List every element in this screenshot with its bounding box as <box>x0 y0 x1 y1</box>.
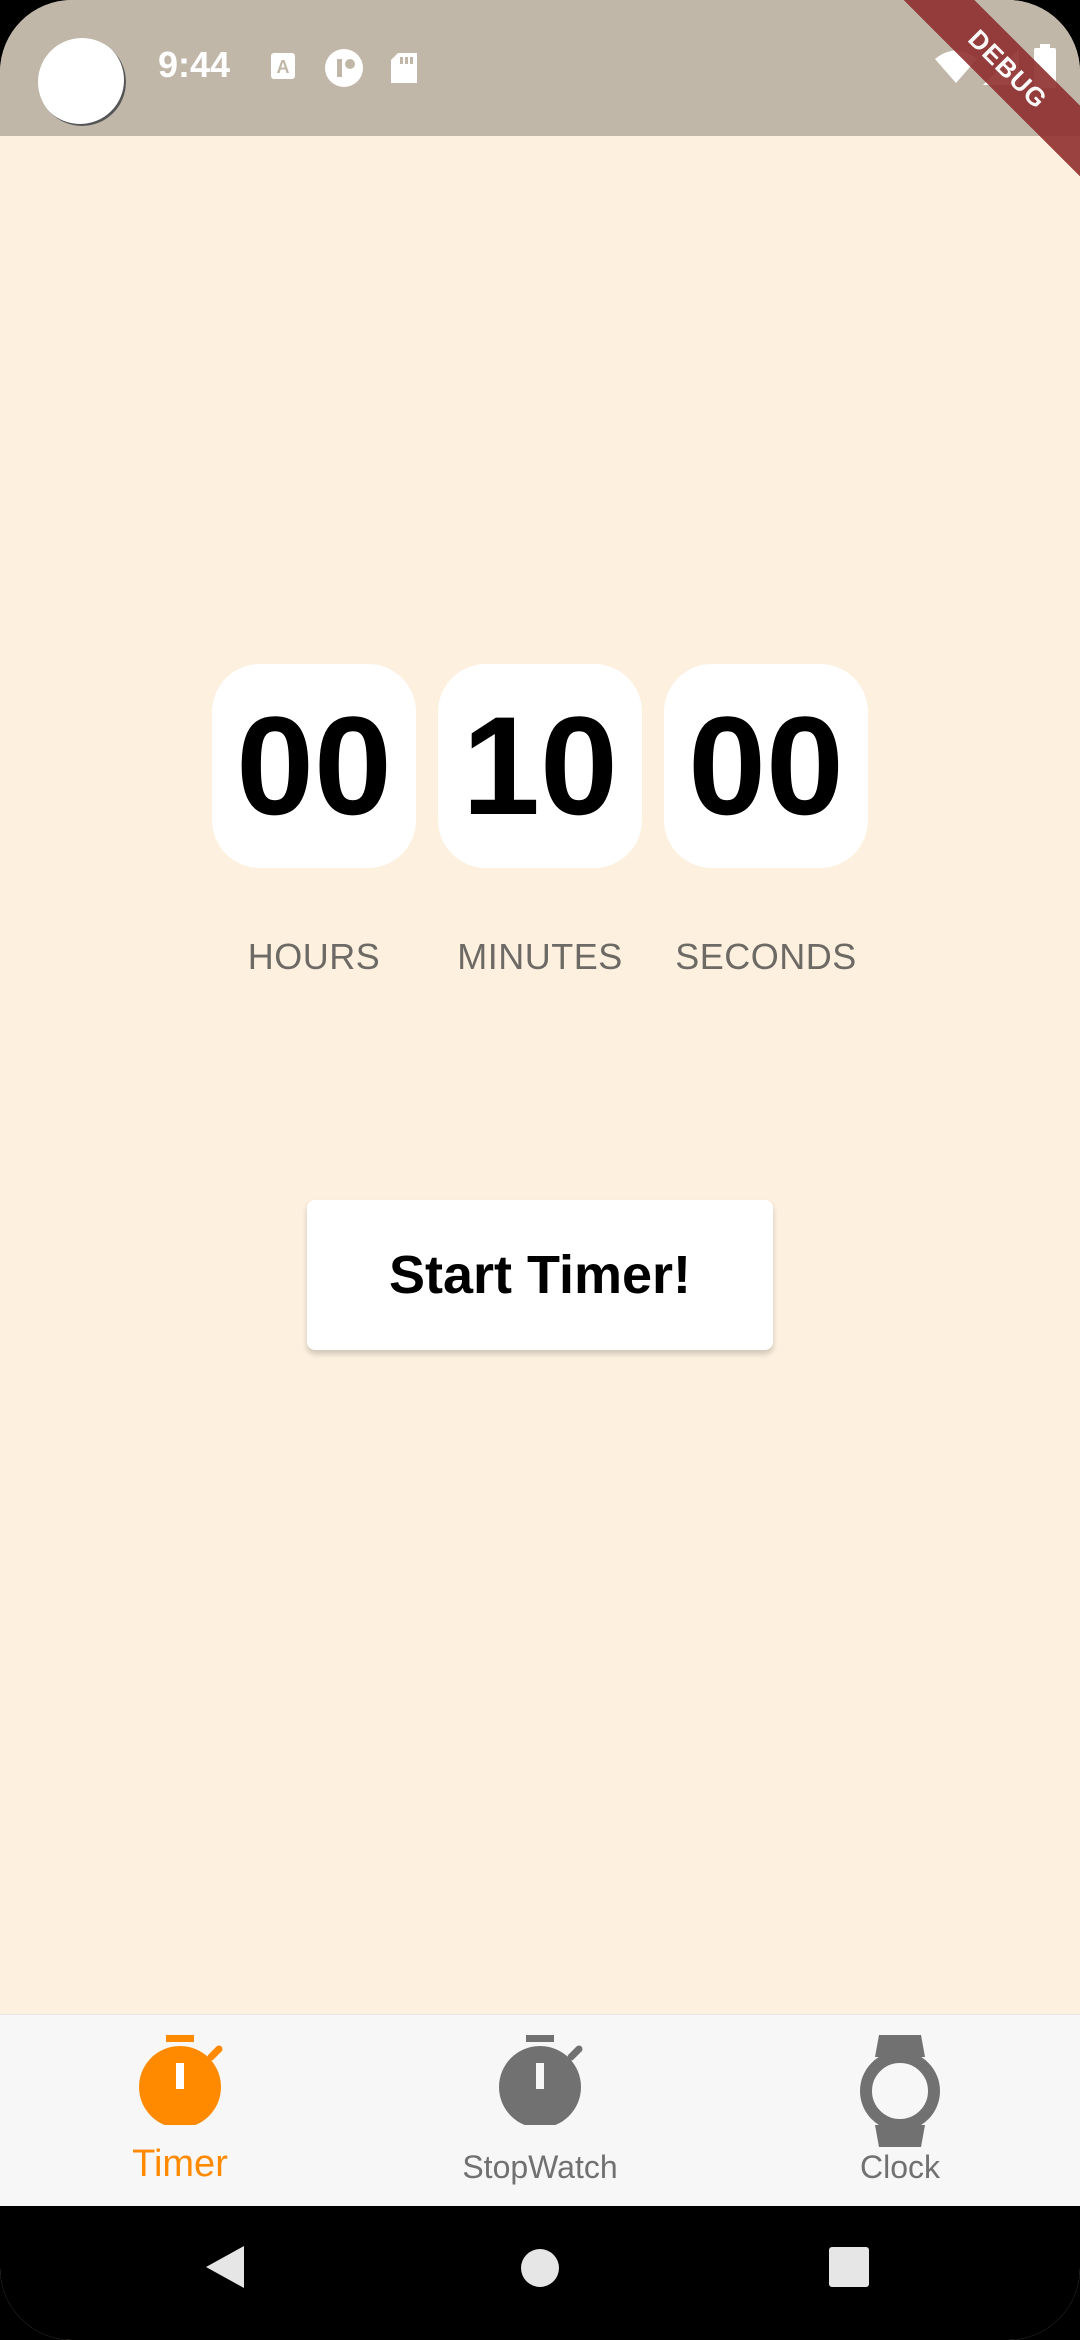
camera-cutout <box>38 38 126 126</box>
nav-label-stopwatch: StopWatch <box>462 2149 618 2185</box>
svg-text:A: A <box>277 57 290 77</box>
back-icon[interactable] <box>204 2244 246 2295</box>
nav-item-clock[interactable]: Clock <box>720 2015 1080 2207</box>
system-navigation-bar <box>0 2206 1080 2340</box>
timer-display: 00 10 00 <box>0 664 1080 870</box>
nav-label-timer: Timer <box>132 2143 228 2185</box>
stopwatch-icon <box>499 2035 583 2125</box>
nav-item-timer[interactable]: Timer <box>0 2015 360 2207</box>
start-timer-button[interactable]: Start Timer! <box>307 1200 773 1350</box>
nav-item-stopwatch[interactable]: StopWatch <box>360 2015 720 2207</box>
watch-icon <box>860 2035 940 2147</box>
minutes-value[interactable]: 10 <box>438 664 642 868</box>
debug-banner: DEBUG <box>880 0 1080 200</box>
debug-banner-label: DEBUG <box>898 0 1080 179</box>
text-a-icon: A <box>270 52 296 85</box>
hours-value[interactable]: 00 <box>212 664 416 868</box>
app-badge-icon <box>324 48 364 93</box>
bottom-navigation: Timer StopWatch Clock <box>0 2014 1080 2207</box>
status-time: 9:44 <box>158 44 231 85</box>
sd-card-icon <box>390 52 418 89</box>
home-icon[interactable] <box>520 2248 560 2293</box>
hours-label: HOURS <box>247 936 381 977</box>
status-bar: 9:44 A DEBUG <box>0 0 1080 179</box>
seconds-value[interactable]: 00 <box>664 664 868 868</box>
seconds-label: SECONDS <box>675 936 857 977</box>
app-screen: 9:44 A DEBUG 00 10 00 HOURS MINUTES SECO… <box>0 0 1080 2340</box>
nav-label-clock: Clock <box>859 2149 940 2185</box>
timer-icon <box>139 2035 223 2125</box>
recents-icon[interactable] <box>828 2246 870 2293</box>
minutes-label: MINUTES <box>457 936 623 977</box>
